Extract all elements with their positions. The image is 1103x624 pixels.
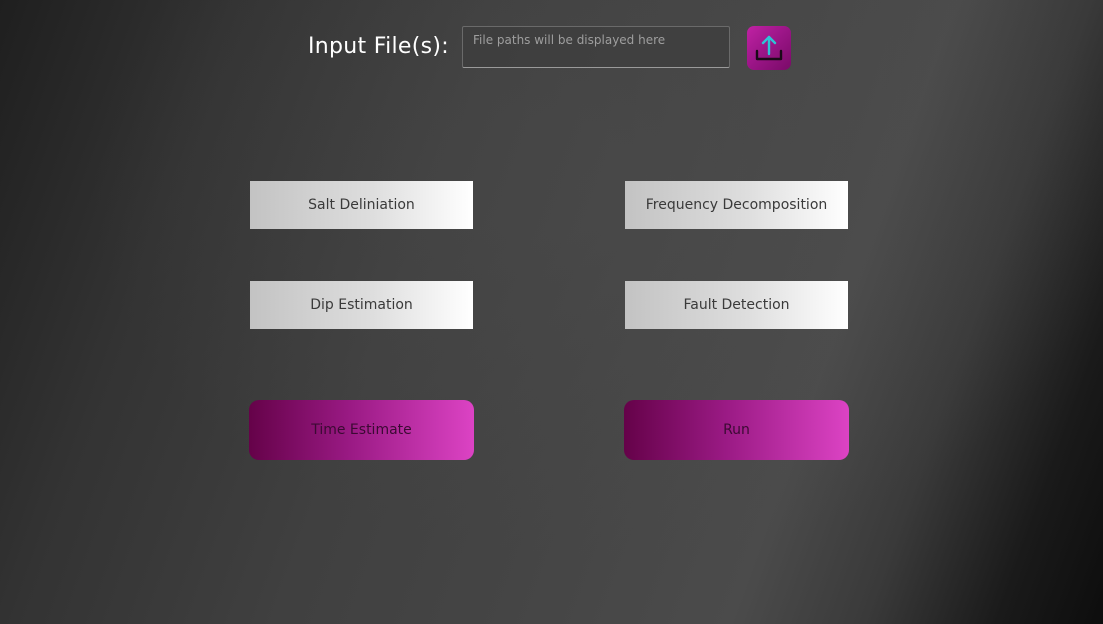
upload-button[interactable] — [747, 26, 791, 70]
run-button[interactable]: Run — [624, 400, 849, 460]
upload-icon — [754, 33, 784, 63]
file-paths-field[interactable] — [462, 26, 730, 68]
background-shade — [0, 0, 1103, 624]
frequency-decomposition-button[interactable]: Frequency Decomposition — [625, 181, 848, 229]
fault-detection-button[interactable]: Fault Detection — [625, 281, 848, 329]
dip-estimation-button[interactable]: Dip Estimation — [250, 281, 473, 329]
salt-delineation-button[interactable]: Salt Deliniation — [250, 181, 473, 229]
input-files-label: Input File(s): — [308, 34, 450, 59]
time-estimate-button[interactable]: Time Estimate — [249, 400, 474, 460]
